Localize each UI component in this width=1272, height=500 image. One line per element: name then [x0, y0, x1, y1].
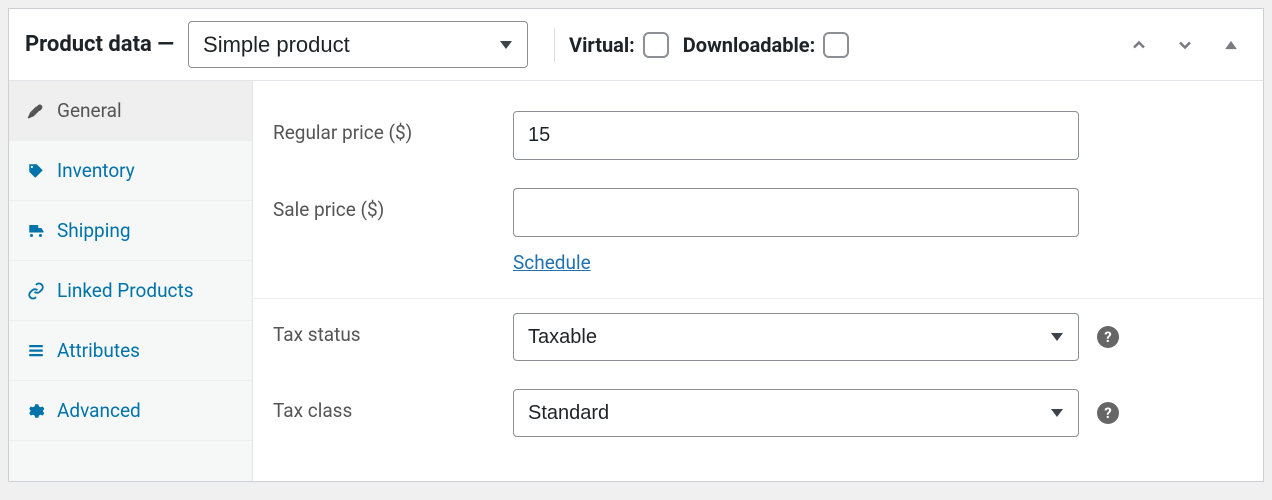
- panel-body: General Inventory Shipping Linked Produc…: [9, 81, 1263, 481]
- product-type-select-wrap: Simple product: [188, 21, 528, 68]
- sidebar-item-label: General: [57, 99, 122, 122]
- tax-status-select[interactable]: Taxable: [513, 313, 1079, 361]
- virtual-label: Virtual:: [569, 33, 635, 57]
- downloadable-group: Downloadable:: [683, 32, 849, 58]
- regular-price-input[interactable]: [513, 111, 1079, 160]
- regular-price-row: Regular price ($): [253, 97, 1263, 174]
- sale-price-row: Sale price ($) Schedule: [253, 174, 1263, 288]
- tax-status-row: Tax status Taxable ?: [253, 299, 1263, 375]
- sidebar-item-linked-products[interactable]: Linked Products: [9, 261, 252, 321]
- tax-status-label: Tax status: [273, 313, 513, 346]
- separator: [554, 28, 555, 62]
- sidebar-item-general[interactable]: General: [9, 81, 252, 141]
- list-icon: [27, 342, 45, 360]
- tax-class-select[interactable]: Standard: [513, 389, 1079, 437]
- general-tab-content: Regular price ($) Sale price ($) Schedul…: [253, 81, 1263, 481]
- sidebar-item-label: Shipping: [57, 219, 131, 242]
- schedule-link[interactable]: Schedule: [513, 251, 591, 274]
- truck-icon: [27, 222, 45, 240]
- wrench-icon: [27, 102, 45, 120]
- sale-price-input[interactable]: [513, 188, 1079, 237]
- sidebar-item-shipping[interactable]: Shipping: [9, 201, 252, 261]
- chevron-down-icon[interactable]: [1169, 31, 1201, 59]
- triangle-up-icon[interactable]: [1215, 31, 1247, 59]
- sale-price-label: Sale price ($): [273, 188, 513, 221]
- product-data-tabs: General Inventory Shipping Linked Produc…: [9, 81, 253, 481]
- product-data-panel: Product data — Simple product Virtual: D…: [8, 8, 1264, 482]
- tax-class-row: Tax class Standard ?: [253, 375, 1263, 451]
- link-icon: [27, 282, 45, 300]
- sidebar-item-advanced[interactable]: Advanced: [9, 381, 252, 441]
- product-type-select[interactable]: Simple product: [188, 21, 528, 68]
- help-icon[interactable]: ?: [1097, 326, 1119, 348]
- help-icon[interactable]: ?: [1097, 402, 1119, 424]
- regular-price-label: Regular price ($): [273, 111, 513, 144]
- sidebar-item-attributes[interactable]: Attributes: [9, 321, 252, 381]
- sidebar-item-label: Advanced: [57, 399, 141, 422]
- sidebar-item-label: Attributes: [57, 339, 140, 362]
- tax-class-label: Tax class: [273, 389, 513, 422]
- panel-header: Product data — Simple product Virtual: D…: [9, 9, 1263, 81]
- sidebar-item-label: Linked Products: [57, 279, 194, 302]
- tag-icon: [27, 162, 45, 180]
- panel-title: Product data —: [25, 32, 174, 57]
- virtual-group: Virtual:: [569, 32, 669, 58]
- downloadable-label: Downloadable:: [683, 33, 815, 57]
- gear-icon: [27, 402, 45, 420]
- sidebar-item-label: Inventory: [57, 159, 135, 182]
- downloadable-checkbox[interactable]: [823, 32, 849, 58]
- chevron-up-icon[interactable]: [1123, 31, 1155, 59]
- virtual-checkbox[interactable]: [643, 32, 669, 58]
- sidebar-item-inventory[interactable]: Inventory: [9, 141, 252, 201]
